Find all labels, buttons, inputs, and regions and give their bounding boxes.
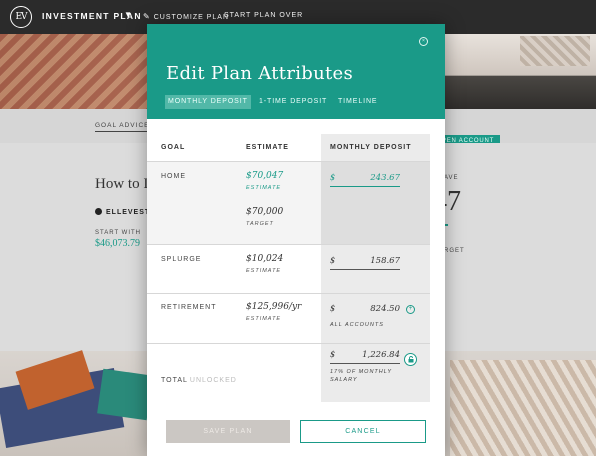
ellevest-badge: ELLEVEST — [95, 208, 150, 216]
customize-plan-link[interactable]: ✎ CUSTOMIZE PLAN — [143, 12, 229, 21]
estimate-label-retirement: ESTIMATE — [246, 316, 282, 322]
deposit-amount-splurge: 158.67 — [370, 256, 400, 266]
close-icon[interactable]: × — [419, 37, 428, 46]
save-plan-button[interactable]: SAVE PLAN — [166, 420, 290, 443]
deposit-input-splurge[interactable]: $ 158.67 — [330, 255, 400, 270]
start-plan-over-link[interactable]: START PLAN OVER — [224, 12, 303, 19]
currency-symbol: $ — [330, 173, 336, 182]
chevron-down-icon[interactable]: ▼ — [124, 10, 132, 19]
total-note-line-1: 17% OF MONTHLY — [330, 369, 392, 375]
plus-circle-icon[interactable]: + — [406, 305, 415, 314]
divider — [147, 293, 430, 294]
goal-name-home: HOME — [161, 173, 186, 180]
ellevest-label: ELLEVEST — [106, 209, 151, 216]
total-lock-state: UNLOCKED — [189, 377, 237, 384]
tab-timeline[interactable]: TIMELINE — [335, 95, 380, 109]
divider — [147, 244, 430, 245]
bottom-image-book — [97, 368, 153, 421]
goal-name-retirement: RETIREMENT — [161, 304, 217, 311]
deposit-amount-home: 243.67 — [370, 173, 400, 183]
customize-plan-label: CUSTOMIZE PLAN — [153, 14, 230, 21]
cancel-button[interactable]: CANCEL — [300, 420, 426, 443]
bottom-image-pillow — [450, 360, 596, 456]
deposit-input-retirement[interactable]: $ 824.50 — [330, 303, 400, 317]
currency-symbol: $ — [330, 256, 336, 265]
estimate-label-splurge: ESTIMATE — [246, 268, 282, 274]
hero-image-pillow — [520, 36, 590, 66]
lock-icon[interactable] — [404, 353, 417, 366]
page-heading: How to I — [95, 176, 149, 192]
column-header-goal: GOAL — [161, 144, 186, 151]
total-text: TOTAL — [161, 377, 188, 384]
save-label: AVE — [444, 175, 459, 181]
column-header-monthly-deposit: MONTHLY DEPOSIT — [330, 144, 412, 151]
total-deposit-field: $ 1,226.84 — [330, 349, 400, 364]
start-with-value: $46,073.79 — [95, 238, 140, 249]
column-header-estimate: ESTIMATE — [246, 144, 289, 151]
divider — [147, 343, 430, 344]
target-label: RGET — [444, 248, 465, 254]
goal-name-splurge: SPLURGE — [161, 256, 202, 263]
modal-title: Edit Plan Attributes — [166, 63, 354, 84]
lock-icon-glyph — [408, 356, 413, 363]
estimate-value-home: $70,047 — [246, 171, 284, 181]
retirement-note: ALL ACCOUNTS — [330, 322, 384, 328]
pencil-icon: ✎ — [143, 12, 151, 21]
estimate-label-home: ESTIMATE — [246, 185, 282, 191]
start-with-label: START WITH — [95, 230, 141, 236]
deposit-amount-retirement: 824.50 — [370, 304, 400, 314]
tab-one-time-deposit[interactable]: 1-TIME DEPOSIT — [256, 95, 330, 109]
currency-symbol: $ — [330, 350, 336, 359]
target-value-home: $70,000 — [246, 207, 284, 217]
hero-image-chair — [0, 34, 150, 109]
logo[interactable]: EV — [10, 6, 32, 28]
total-deposit-amount: 1,226.84 — [362, 350, 400, 360]
tab-monthly-deposit[interactable]: MONTHLY DEPOSIT — [165, 95, 251, 109]
estimate-value-retirement: $125,996/yr — [246, 302, 302, 312]
currency-symbol: $ — [330, 304, 336, 313]
goal-advice-tab[interactable]: GOAL ADVICE — [95, 122, 150, 132]
edit-plan-modal: × Edit Plan Attributes MONTHLY DEPOSIT 1… — [147, 24, 445, 456]
ellevest-dot-icon — [95, 208, 102, 215]
target-label-home: TARGET — [246, 221, 274, 227]
deposit-input-home[interactable]: $ 243.67 — [330, 172, 400, 187]
total-label: TOTAL UNLOCKED — [161, 377, 237, 384]
total-note-line-2: SALARY — [330, 377, 358, 383]
estimate-value-splurge: $10,024 — [246, 254, 284, 264]
divider — [147, 161, 430, 162]
